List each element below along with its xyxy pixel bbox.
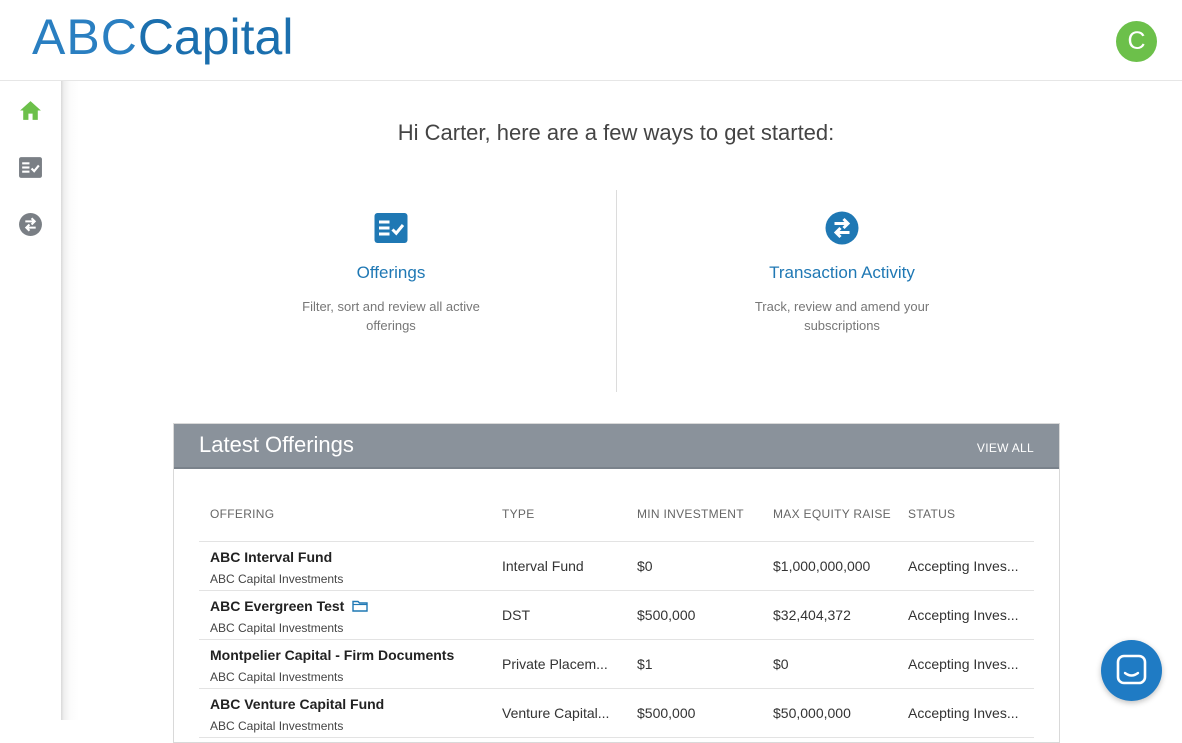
checklist-icon — [18, 155, 43, 180]
offerings-card[interactable]: Offerings Filter, sort and review all ac… — [241, 210, 541, 335]
brand-logo-part2: Capital — [137, 9, 294, 65]
home-icon — [18, 98, 43, 123]
offering-max-equity-raise: $32,404,372 — [773, 607, 851, 623]
greeting-text: Hi Carter, here are a few ways to get st… — [397, 120, 835, 145]
latest-offerings-panel: Latest Offerings VIEW ALL OFFERING TYPE … — [173, 423, 1060, 743]
offering-type: DST — [502, 607, 530, 623]
offering-sponsor: ABC Capital Investments — [210, 572, 344, 586]
latest-offerings-title: Latest Offerings — [199, 432, 354, 457]
transaction-activity-card[interactable]: Transaction Activity Track, review and a… — [692, 210, 992, 335]
offering-name-wrap[interactable]: ABC Evergreen Test — [210, 598, 369, 614]
table-row[interactable]: ABC Venture Capital Fund ABC Capital Inv… — [199, 689, 1034, 738]
transfer-icon — [18, 212, 43, 237]
offering-type: Interval Fund — [502, 558, 584, 574]
sidebar — [0, 81, 61, 720]
column-header-max-equity-raise[interactable]: MAX EQUITY RAISE — [773, 507, 891, 521]
offering-sponsor: ABC Capital Investments — [210, 719, 344, 733]
offering-status: Accepting Inves... — [908, 558, 1019, 574]
offering-sponsor: ABC Capital Investments — [210, 621, 344, 635]
transaction-activity-card-description: Track, review and amend your subscriptio… — [754, 299, 930, 333]
table-row[interactable]: Montpelier Capital - Firm Documents ABC … — [199, 640, 1034, 689]
sidebar-shadow — [61, 81, 79, 720]
offering-min-investment: $500,000 — [637, 607, 696, 623]
user-avatar[interactable]: C — [1116, 21, 1157, 62]
offering-sponsor: ABC Capital Investments — [210, 670, 344, 684]
offering-name[interactable]: ABC Venture Capital Fund — [210, 696, 384, 712]
column-header-offering[interactable]: OFFERING — [210, 507, 274, 521]
offerings-card-description: Filter, sort and review all active offer… — [302, 299, 480, 333]
sidebar-item-offerings[interactable] — [18, 155, 43, 180]
sidebar-item-transactions[interactable] — [18, 212, 43, 237]
offering-name[interactable]: Montpelier Capital - Firm Documents — [210, 647, 454, 663]
offering-type: Private Placem... — [502, 656, 608, 672]
offering-min-investment: $1 — [637, 656, 653, 672]
offering-min-investment: $0 — [637, 558, 653, 574]
offering-name[interactable]: ABC Interval Fund — [210, 549, 332, 565]
sidebar-item-home[interactable] — [18, 98, 43, 123]
offering-status: Accepting Inves... — [908, 607, 1019, 623]
column-header-type[interactable]: TYPE — [502, 507, 535, 521]
brand-logo-part1: ABC — [32, 9, 138, 65]
table-row[interactable]: ABC Evergreen Test ABC Capital Investmen… — [199, 591, 1034, 640]
cards-divider — [616, 190, 617, 392]
column-header-min-investment[interactable]: MIN INVESTMENT — [637, 507, 744, 521]
checklist-icon — [373, 210, 409, 246]
transfer-icon — [824, 210, 860, 246]
chat-icon — [1116, 654, 1147, 685]
transaction-activity-card-title[interactable]: Transaction Activity — [692, 263, 992, 283]
column-header-status[interactable]: STATUS — [908, 507, 955, 521]
offering-name[interactable]: ABC Evergreen Test — [210, 598, 344, 614]
offerings-card-title[interactable]: Offerings — [241, 263, 541, 283]
offering-status: Accepting Inves... — [908, 705, 1019, 721]
offering-max-equity-raise: $0 — [773, 656, 789, 672]
folder-icon[interactable] — [352, 600, 369, 612]
offering-min-investment: $500,000 — [637, 705, 696, 721]
offering-status: Accepting Inves... — [908, 656, 1019, 672]
chat-launcher-button[interactable] — [1101, 640, 1162, 701]
latest-offerings-header: Latest Offerings VIEW ALL — [174, 424, 1059, 469]
brand-logo[interactable]: ABCCapital — [32, 6, 293, 68]
offering-type: Venture Capital... — [502, 705, 610, 721]
offering-max-equity-raise: $1,000,000,000 — [773, 558, 871, 574]
offering-max-equity-raise: $50,000,000 — [773, 705, 851, 721]
table-row[interactable]: ABC Interval Fund ABC Capital Investment… — [199, 542, 1034, 591]
top-header: ABCCapital C — [0, 0, 1182, 81]
view-all-link[interactable]: VIEW ALL — [977, 441, 1034, 455]
